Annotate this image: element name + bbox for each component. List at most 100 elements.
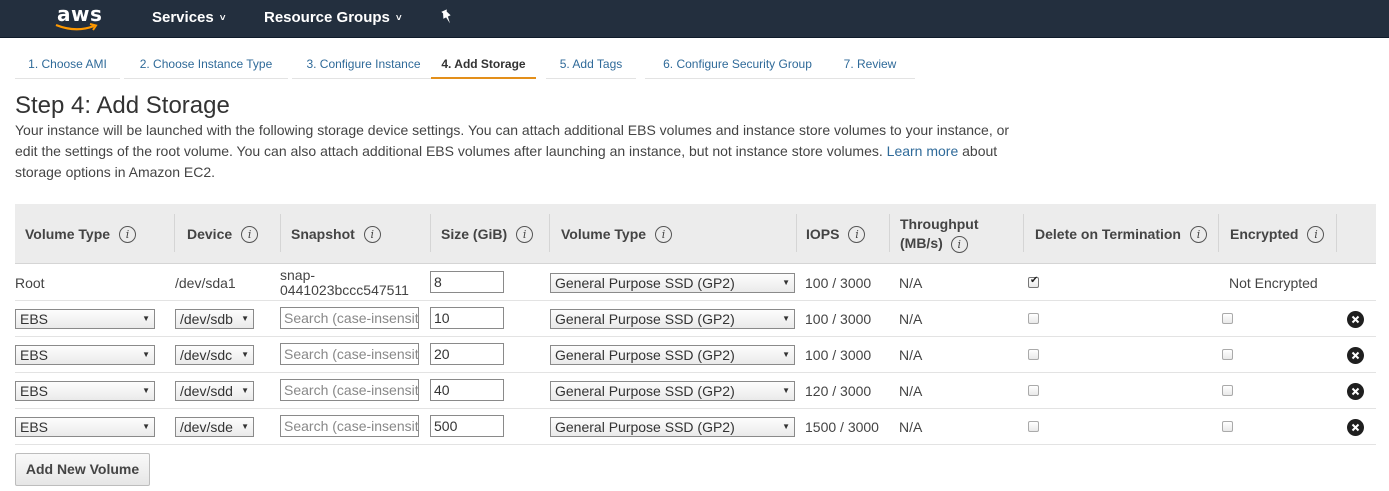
device-select[interactable]: /dev/sdd ▼ xyxy=(175,381,254,401)
table-row: EBS ▼ /dev/sdd ▼ Search (case-insensit 40 … xyxy=(15,373,1376,409)
header-size: Size (GiB) i xyxy=(431,204,550,264)
volume-type-select[interactable]: General Purpose SSD (GP2) ▼ xyxy=(550,381,795,401)
header-label: Throughput xyxy=(900,216,979,232)
snapshot-id-part: 0441023bccc547511 xyxy=(280,282,409,298)
device-select[interactable]: /dev/sde ▼ xyxy=(175,417,254,437)
tab-choose-instance-type[interactable]: 2. Choose Instance Type xyxy=(124,49,288,79)
iops-text: 120 / 3000 xyxy=(805,383,872,399)
select-value: General Purpose SSD (GP2) xyxy=(555,275,735,291)
tab-configure-security-group[interactable]: 6. Configure Security Group xyxy=(645,49,830,79)
header-iops: IOPS i xyxy=(796,204,890,264)
select-value: General Purpose SSD (GP2) xyxy=(555,311,735,327)
aws-smile-icon xyxy=(55,23,98,31)
size-input[interactable]: 10 xyxy=(430,307,504,329)
snapshot-id-part: snap- xyxy=(280,267,316,283)
services-label: Services xyxy=(152,9,214,26)
iops-text: 1500 / 3000 xyxy=(805,419,879,435)
info-icon[interactable]: i xyxy=(119,225,137,243)
size-input[interactable]: 8 xyxy=(430,271,504,293)
resource-groups-label: Resource Groups xyxy=(264,9,390,26)
select-value: EBS xyxy=(20,311,49,327)
tab-choose-ami[interactable]: 1. Choose AMI xyxy=(15,49,120,79)
select-value: /dev/sdd xyxy=(180,383,233,399)
header-delete-on-termination: Delete on Termination i xyxy=(1025,204,1219,264)
encrypted-checkbox[interactable] xyxy=(1222,385,1233,396)
delete-on-termination-checkbox[interactable] xyxy=(1028,349,1039,360)
services-menu[interactable]: Services ˅ xyxy=(152,9,226,26)
dropdown-arrow-icon: ▼ xyxy=(241,350,249,359)
pin-icon[interactable] xyxy=(440,9,454,28)
select-value: /dev/sdb xyxy=(180,311,233,327)
dropdown-arrow-icon: ▼ xyxy=(782,422,790,431)
size-input[interactable]: 40 xyxy=(430,379,504,401)
table-row: Root /dev/sda1 snap- 0441023bccc547511 8… xyxy=(15,265,1376,301)
dropdown-arrow-icon: ▼ xyxy=(782,278,790,287)
throughput-text: N/A xyxy=(899,275,923,291)
encrypted-checkbox[interactable] xyxy=(1222,421,1233,432)
info-icon[interactable]: i xyxy=(516,225,534,243)
iops-text: 100 / 3000 xyxy=(805,347,872,363)
info-icon[interactable]: i xyxy=(848,225,866,243)
tab-review[interactable]: 7. Review xyxy=(825,49,915,79)
volume-type-select[interactable]: General Purpose SSD (GP2) ▼ xyxy=(550,273,795,293)
header-label: Snapshot xyxy=(291,226,355,242)
delete-on-termination-checkbox[interactable] xyxy=(1028,385,1039,396)
snapshot-search-input[interactable]: Search (case-insensit xyxy=(280,343,419,365)
encrypted-checkbox[interactable] xyxy=(1222,313,1233,324)
size-input[interactable]: 20 xyxy=(430,343,504,365)
remove-volume-icon[interactable] xyxy=(1347,311,1364,328)
learn-more-link[interactable]: Learn more xyxy=(887,143,959,159)
volume-type-select[interactable]: EBS ▼ xyxy=(15,345,155,365)
remove-volume-icon[interactable] xyxy=(1347,419,1364,436)
add-new-volume-button[interactable]: Add New Volume xyxy=(15,453,150,486)
device-text: /dev/sda1 xyxy=(175,275,236,291)
dropdown-arrow-icon: ▼ xyxy=(142,386,150,395)
info-icon[interactable]: i xyxy=(363,225,381,243)
table-row: EBS ▼ /dev/sdb ▼ Search (case-insensit 10 … xyxy=(15,301,1376,337)
header-volume-type: Volume Type i xyxy=(15,204,175,264)
encryption-status: Not Encrypted xyxy=(1229,275,1318,291)
size-input[interactable]: 500 xyxy=(430,415,504,437)
info-icon[interactable]: i xyxy=(655,225,673,243)
delete-on-termination-checkbox[interactable] xyxy=(1028,421,1039,432)
header-label: Volume Type xyxy=(561,226,647,242)
snapshot-search-input[interactable]: Search (case-insensit xyxy=(280,307,419,329)
header-snapshot: Snapshot i xyxy=(281,204,431,264)
volume-type-select[interactable]: General Purpose SSD (GP2) ▼ xyxy=(550,345,795,365)
tab-configure-instance[interactable]: 3. Configure Instance xyxy=(292,49,435,79)
info-icon[interactable]: i xyxy=(241,225,259,243)
volume-type-select[interactable]: EBS ▼ xyxy=(15,381,155,401)
dropdown-arrow-icon: ▼ xyxy=(142,422,150,431)
info-icon[interactable]: i xyxy=(1307,225,1325,243)
aws-logo[interactable]: aws xyxy=(52,2,104,36)
info-icon[interactable]: i xyxy=(1189,225,1207,243)
dropdown-arrow-icon: ▼ xyxy=(782,314,790,323)
chevron-down-icon: ˅ xyxy=(395,13,402,24)
snapshot-search-input[interactable]: Search (case-insensit xyxy=(280,379,419,401)
delete-on-termination-checkbox[interactable] xyxy=(1028,313,1039,324)
dropdown-arrow-icon: ▼ xyxy=(142,350,150,359)
header-device: Device i xyxy=(177,204,281,264)
remove-volume-icon[interactable] xyxy=(1347,347,1364,364)
device-select[interactable]: /dev/sdb ▼ xyxy=(175,309,254,329)
tab-add-tags[interactable]: 5. Add Tags xyxy=(546,49,636,79)
dropdown-arrow-icon: ▼ xyxy=(782,350,790,359)
delete-on-termination-checkbox[interactable] xyxy=(1028,275,1039,288)
volume-type-select[interactable]: EBS ▼ xyxy=(15,309,155,329)
table-header: Volume Type i Device i Snapshot i Size (GiB… xyxy=(15,204,1376,264)
volume-type-select[interactable]: General Purpose SSD (GP2) ▼ xyxy=(550,309,795,329)
snapshot-search-input[interactable]: Search (case-insensit xyxy=(280,415,419,437)
volume-type-select[interactable]: EBS ▼ xyxy=(15,417,155,437)
remove-volume-icon[interactable] xyxy=(1347,383,1364,400)
volume-type-select[interactable]: General Purpose SSD (GP2) ▼ xyxy=(550,417,795,437)
device-select[interactable]: /dev/sdc ▼ xyxy=(175,345,254,365)
dropdown-arrow-icon: ▼ xyxy=(241,314,249,323)
tab-add-storage[interactable]: 4. Add Storage xyxy=(431,49,536,79)
dropdown-arrow-icon: ▼ xyxy=(241,386,249,395)
encrypted-checkbox[interactable] xyxy=(1222,349,1233,360)
dropdown-arrow-icon: ▼ xyxy=(142,314,150,323)
select-value: General Purpose SSD (GP2) xyxy=(555,347,735,363)
resource-groups-menu[interactable]: Resource Groups ˅ xyxy=(264,9,402,26)
info-icon[interactable]: i xyxy=(950,236,968,253)
select-value: EBS xyxy=(20,419,49,435)
